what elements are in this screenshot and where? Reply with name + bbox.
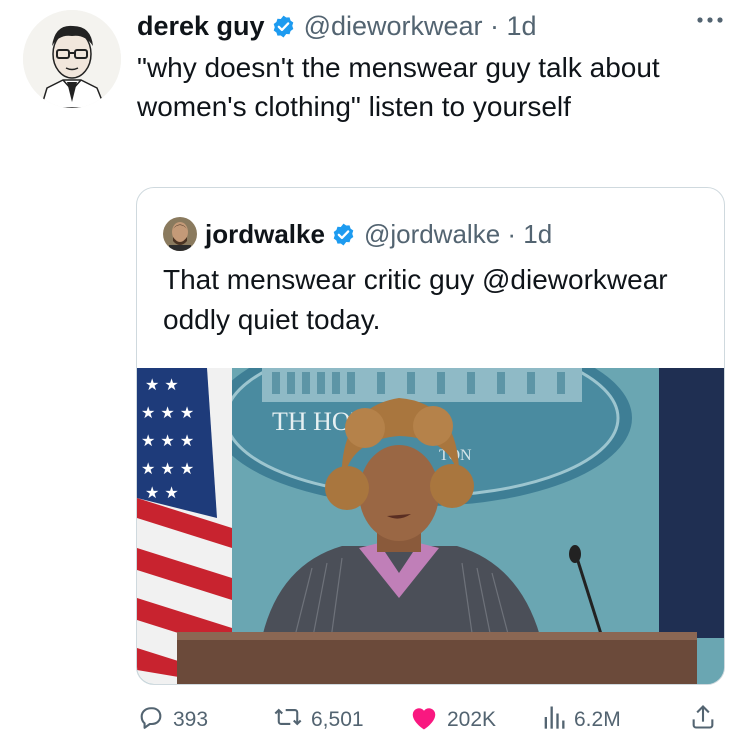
separator-dot: · (500, 218, 524, 249)
quoted-handle[interactable]: @jordwalke (364, 219, 500, 250)
retweet-icon (273, 703, 311, 737)
share-button[interactable] (689, 700, 725, 740)
more-icon[interactable] (690, 10, 730, 30)
svg-text:★ ★: ★ ★ (145, 483, 179, 502)
quoted-avatar[interactable] (163, 217, 197, 251)
tweet-text: "why doesn't the menswear guy talk about… (137, 52, 660, 122)
reply-count: 393 (173, 708, 209, 731)
svg-text:★ ★ ★: ★ ★ ★ (141, 459, 194, 478)
svg-text:★ ★: ★ ★ (145, 375, 179, 394)
quoted-tweet[interactable]: jordwalke @jordwalke · 1d That menswear … (136, 187, 725, 685)
share-icon (689, 703, 725, 737)
views-icon (542, 703, 574, 737)
heart-icon (409, 703, 447, 737)
reply-button[interactable]: 393 (137, 700, 208, 740)
quoted-header: jordwalke @jordwalke · 1d (163, 216, 552, 252)
views-button[interactable]: 6.2M (542, 700, 621, 740)
separator-dot: · (482, 10, 507, 41)
author-name[interactable]: derek guy (137, 11, 265, 42)
verified-icon (271, 14, 296, 39)
retweet-button[interactable]: 6,501 (273, 700, 364, 740)
author-avatar[interactable] (23, 10, 121, 108)
reply-icon (137, 703, 173, 737)
tweet-header: derek guy @dieworkwear · 1d (137, 8, 537, 44)
svg-text:★ ★ ★: ★ ★ ★ (141, 403, 194, 422)
svg-text:★ ★ ★: ★ ★ ★ (141, 431, 194, 450)
verified-icon (331, 222, 356, 247)
tweet-time[interactable]: 1d (507, 11, 537, 42)
tweet-actions: 393 6,501 202K 6.2M (137, 700, 727, 740)
like-button[interactable]: 202K (409, 700, 496, 740)
like-count: 202K (447, 708, 497, 731)
retweet-count: 6,501 (311, 708, 364, 731)
quoted-author-name[interactable]: jordwalke (205, 219, 325, 250)
views-count: 6.2M (574, 708, 621, 731)
quoted-time[interactable]: 1d (523, 219, 552, 250)
quoted-text: That menswear critic guy @dieworkwear od… (163, 264, 668, 335)
author-handle[interactable]: @dieworkwear (304, 11, 483, 42)
quoted-media-image[interactable]: TH HOUSE TON ★ ★★ ★ ★★ ★ ★★ ★ ★★ ★ (137, 368, 724, 684)
